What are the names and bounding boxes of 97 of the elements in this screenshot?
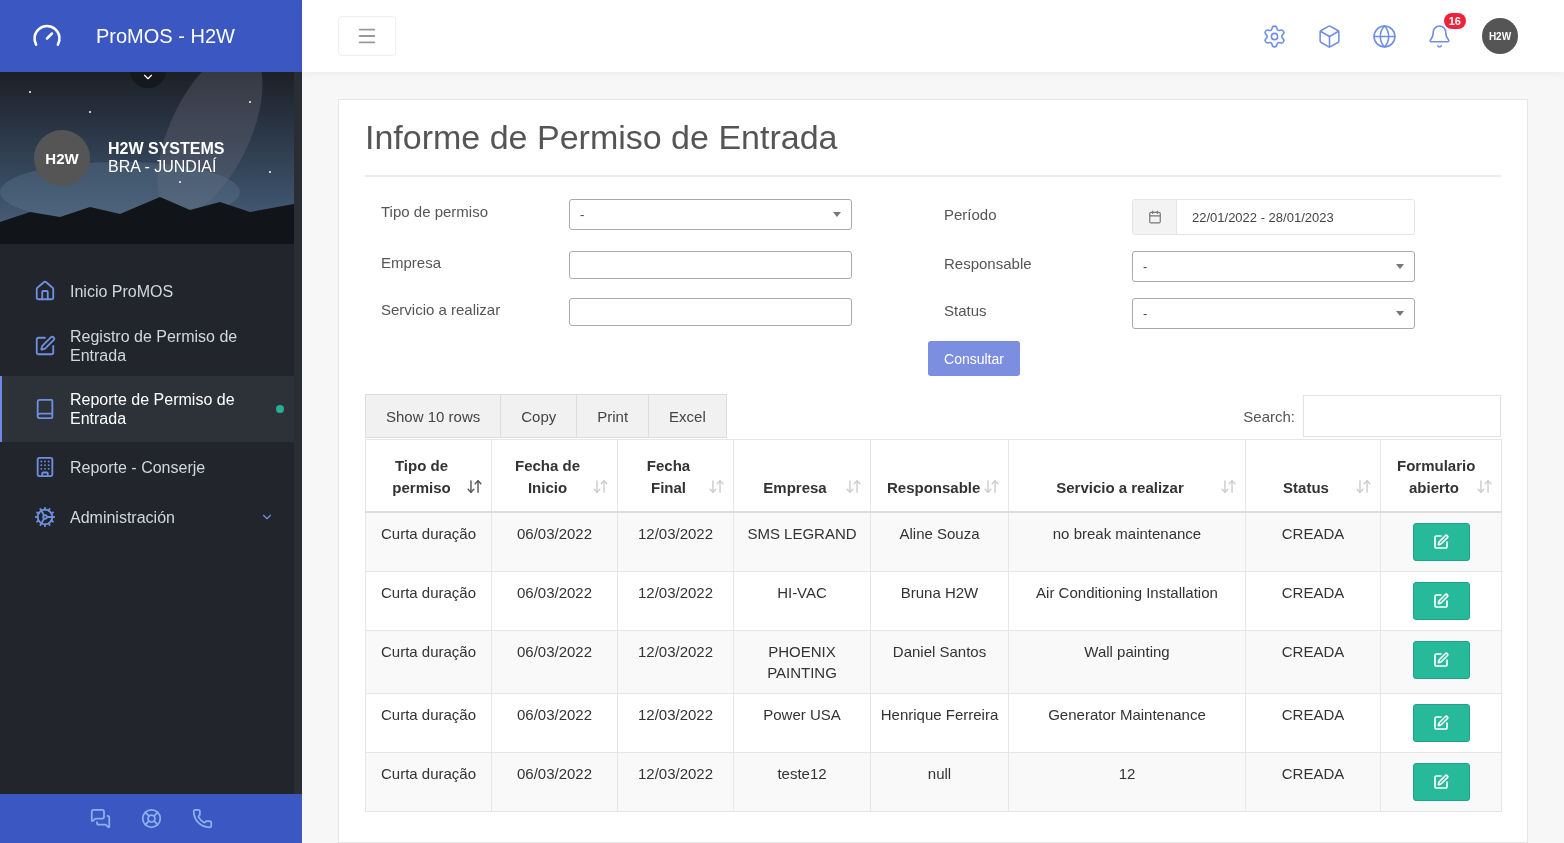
select-value: - bbox=[1143, 259, 1148, 274]
table-cell: 12 bbox=[1008, 752, 1246, 811]
table-cell: Curta duração bbox=[365, 630, 492, 693]
table-cell: Henrique Ferreira bbox=[870, 693, 1009, 752]
edit-icon bbox=[1433, 533, 1449, 550]
edit-button[interactable] bbox=[1412, 581, 1470, 620]
edit-button[interactable] bbox=[1412, 640, 1470, 679]
select-value: - bbox=[1143, 306, 1148, 321]
edit-icon bbox=[1433, 651, 1449, 668]
field-label: Responsable bbox=[944, 255, 1033, 274]
field-label: Empresa bbox=[381, 253, 443, 273]
globe-icon[interactable] bbox=[1372, 23, 1397, 49]
table-cell: CREADA bbox=[1245, 511, 1381, 571]
table-cell: Wall painting bbox=[1008, 630, 1246, 693]
nav-item[interactable]: Inicio ProMOS bbox=[0, 266, 294, 316]
home-icon bbox=[34, 280, 56, 302]
notification-badge: 16 bbox=[1443, 12, 1466, 29]
building-icon bbox=[34, 456, 56, 478]
table-cell: 12/03/2022 bbox=[617, 511, 734, 571]
table-cell: Daniel Santos bbox=[870, 630, 1009, 693]
phone-icon[interactable] bbox=[191, 808, 213, 829]
chat-icon[interactable] bbox=[89, 808, 111, 829]
field-label: Período bbox=[944, 205, 998, 225]
select-field[interactable]: - bbox=[569, 199, 852, 230]
table-cell: Power USA bbox=[733, 693, 871, 752]
nav-item[interactable]: Reporte - Conserje bbox=[0, 442, 294, 492]
date-range-field[interactable]: 22/01/2022 - 28/01/2023 bbox=[1132, 199, 1415, 235]
pencil-square-icon bbox=[34, 335, 56, 357]
edit-button[interactable] bbox=[1412, 762, 1470, 801]
bell-icon[interactable] bbox=[1427, 23, 1452, 49]
table-cell: 06/03/2022 bbox=[491, 511, 618, 571]
settings-icon[interactable] bbox=[1262, 23, 1287, 49]
table-cell: Aline Souza bbox=[870, 511, 1009, 571]
nav-item[interactable]: Registro de Permiso de Entrada bbox=[0, 316, 294, 376]
table-cell: 06/03/2022 bbox=[491, 752, 618, 811]
edit-icon bbox=[1433, 773, 1449, 790]
table-cell: 12/03/2022 bbox=[617, 752, 734, 811]
edit-button[interactable] bbox=[1412, 522, 1470, 561]
column-header[interactable]: Status bbox=[1245, 439, 1381, 512]
table-cell: CREADA bbox=[1245, 630, 1381, 693]
table-cell: no break maintenance bbox=[1008, 511, 1246, 571]
search-field[interactable] bbox=[1303, 395, 1501, 437]
user-avatar[interactable]: H2W bbox=[1482, 18, 1518, 54]
table-cell: Air Conditioning Installation bbox=[1008, 571, 1246, 630]
table-cell: null bbox=[870, 752, 1009, 811]
column-header[interactable]: Fecha de Inicio bbox=[491, 439, 618, 512]
table-cell: 06/03/2022 bbox=[491, 693, 618, 752]
table-cell: Bruna H2W bbox=[870, 571, 1009, 630]
column-header[interactable]: Responsable bbox=[870, 439, 1009, 512]
table-cell: Curta duração bbox=[365, 511, 492, 571]
table-cell: 12/03/2022 bbox=[617, 571, 734, 630]
table-cell: Generator Maintenance bbox=[1008, 693, 1246, 752]
cube-icon[interactable] bbox=[1317, 23, 1342, 49]
column-header[interactable]: Formulario abierto bbox=[1380, 439, 1502, 512]
field-label: Tipo de permiso bbox=[381, 203, 489, 222]
select-value: - bbox=[580, 207, 585, 222]
table-cell: CREADA bbox=[1245, 571, 1381, 630]
column-header[interactable]: Empresa bbox=[733, 439, 871, 512]
table-cell: 06/03/2022 bbox=[491, 571, 618, 630]
table-cell: 12/03/2022 bbox=[617, 630, 734, 693]
field-label: Servicio a realizar bbox=[381, 300, 502, 320]
page-title: Informe de Permiso de Entrada bbox=[365, 118, 1501, 177]
active-dot bbox=[276, 405, 284, 413]
gears-icon bbox=[34, 506, 56, 528]
field-label: Status bbox=[944, 302, 988, 321]
text-field[interactable] bbox=[569, 251, 852, 279]
select-field[interactable]: - bbox=[1132, 298, 1415, 329]
column-header[interactable]: Tipo de permiso bbox=[365, 439, 492, 512]
date-range-value: 22/01/2022 - 28/01/2023 bbox=[1191, 208, 1334, 227]
table-cell: Curta duração bbox=[365, 571, 492, 630]
company-location: BRA - JUNDIAÍ bbox=[108, 158, 218, 176]
book-icon bbox=[34, 398, 56, 420]
table-cell: 12/03/2022 bbox=[617, 693, 734, 752]
brand-title: ProMOS - H2W bbox=[96, 24, 235, 48]
table-cell: CREADA bbox=[1245, 752, 1381, 811]
column-header[interactable]: Servicio a realizar bbox=[1008, 439, 1246, 512]
nav-item[interactable]: Administración bbox=[0, 492, 294, 542]
edit-icon bbox=[1433, 592, 1449, 609]
calendar-icon bbox=[1147, 210, 1162, 224]
column-header[interactable]: Fecha Final bbox=[617, 439, 734, 512]
table-cell: HI-VAC bbox=[733, 571, 871, 630]
table-cell: CREADA bbox=[1245, 693, 1381, 752]
edit-icon bbox=[1433, 714, 1449, 731]
company-name: H2W SYSTEMS bbox=[108, 140, 225, 157]
menu-button[interactable] bbox=[338, 16, 396, 56]
table-cell: teste12 bbox=[733, 752, 871, 811]
table-cell: SMS LEGRAND bbox=[733, 511, 871, 571]
nav-item[interactable]: Reporte de Permiso de Entrada bbox=[0, 376, 294, 442]
edit-button[interactable] bbox=[1412, 703, 1470, 742]
table-cell: PHOENIX PAINTING bbox=[733, 630, 871, 693]
text-field[interactable] bbox=[569, 298, 852, 326]
table-cell: 06/03/2022 bbox=[491, 630, 618, 693]
select-field[interactable]: - bbox=[1132, 251, 1415, 282]
search-label: Search: bbox=[1243, 407, 1295, 425]
table-cell: Curta duração bbox=[365, 693, 492, 752]
lifebuoy-icon[interactable] bbox=[140, 808, 162, 829]
table-cell: Curta duração bbox=[365, 752, 492, 811]
